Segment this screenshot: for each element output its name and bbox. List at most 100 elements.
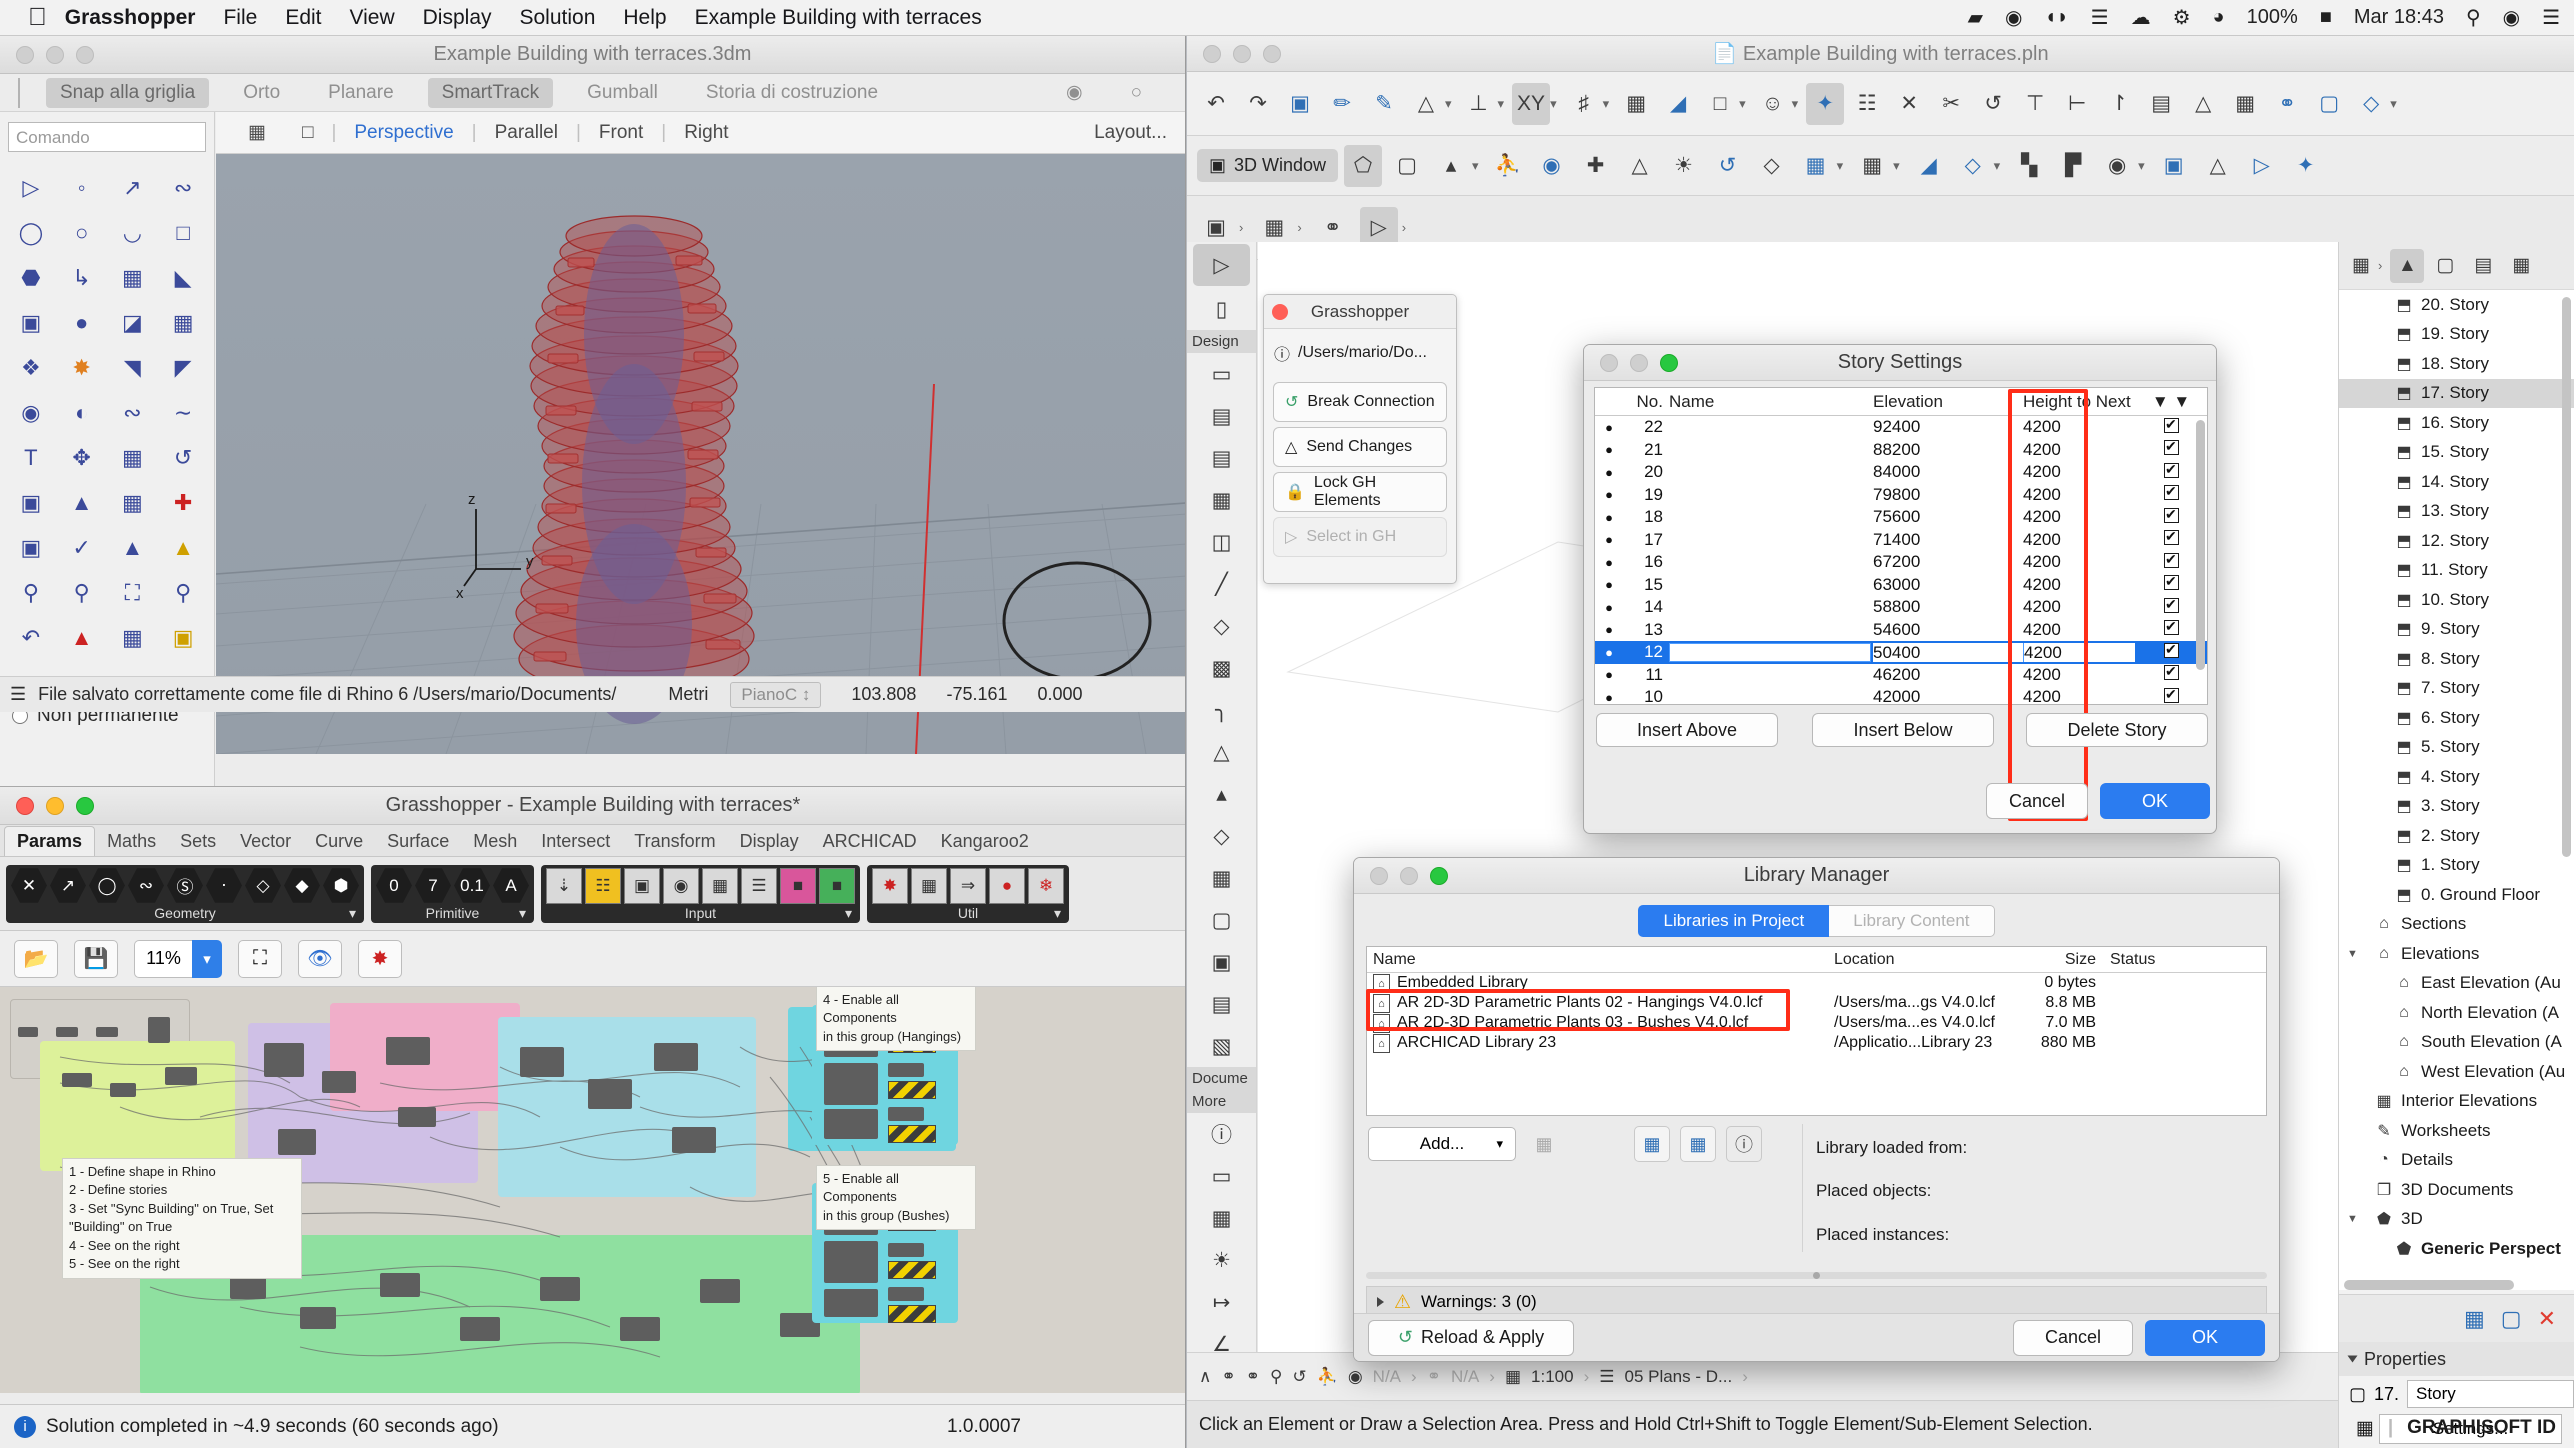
library-row[interactable]: ⌂ARCHICAD Library 23/Applicatio...Librar… bbox=[1367, 1033, 2266, 1053]
snap-icon[interactable]: ⊥ bbox=[1460, 83, 1498, 125]
chevron-down-icon[interactable]: ▾ bbox=[1498, 96, 1505, 112]
navigator-item[interactable]: ⌂East Elevation (Au bbox=[2339, 969, 2574, 999]
navigator-item[interactable]: ⬒15. Story bbox=[2339, 438, 2574, 468]
story-row[interactable]: ●16672004200 bbox=[1595, 551, 2207, 574]
break-connection-button[interactable]: ↺ Break Connection bbox=[1273, 382, 1447, 422]
param-box-icon[interactable]: ◆ bbox=[284, 868, 320, 904]
fit-in-window-icon[interactable]: ⚲ bbox=[1270, 1367, 1282, 1387]
gumball-toggle[interactable]: Gumball bbox=[573, 78, 672, 108]
vehicle-icon[interactable]: ▲ bbox=[59, 618, 105, 658]
polygon-tool-icon[interactable]: ⬣ bbox=[8, 258, 54, 298]
tab-mesh[interactable]: Mesh bbox=[461, 827, 529, 856]
story-elevation[interactable]: 67200 bbox=[1873, 552, 2023, 572]
viewport-tab-front[interactable]: Front bbox=[581, 122, 661, 144]
navigator-item[interactable]: ⬒8. Story bbox=[2339, 644, 2574, 674]
offset-curve-icon[interactable]: ∼ bbox=[160, 393, 206, 433]
header-no[interactable]: No. bbox=[1623, 392, 1669, 412]
rotate-tool-icon[interactable]: ↺ bbox=[160, 438, 206, 478]
scale-icon[interactable]: ▦ bbox=[1505, 1367, 1521, 1387]
3d-cutting-icon[interactable]: ◉ bbox=[1348, 1367, 1363, 1387]
grid-display-icon[interactable]: ▦ bbox=[1617, 83, 1655, 125]
navigator-item[interactable]: ⬒9. Story bbox=[2339, 615, 2574, 645]
copy-tool-icon[interactable]: ▣ bbox=[8, 528, 54, 568]
grid-array-icon[interactable]: ▦ bbox=[110, 483, 156, 523]
navigator-item[interactable]: ⬒4. Story bbox=[2339, 762, 2574, 792]
story-height-to-next[interactable]: 4200 bbox=[2023, 552, 2135, 572]
canvas-node[interactable] bbox=[398, 1107, 436, 1127]
elevate-icon[interactable]: △ bbox=[2184, 83, 2222, 125]
send-changes-button[interactable]: △ Send Changes bbox=[1273, 427, 1447, 467]
story-height-to-next[interactable]: 4200 bbox=[2023, 485, 2135, 505]
toolbox-grid-icon[interactable]: ▦ bbox=[1187, 1197, 1256, 1239]
chevron-right-icon[interactable]: › bbox=[2378, 258, 2382, 273]
header-name[interactable]: Name bbox=[1669, 392, 1873, 412]
twisty-icon[interactable]: ▼ bbox=[2347, 948, 2361, 960]
cylinder-tool-icon[interactable]: ◪ bbox=[110, 303, 156, 343]
boolean-diff-icon[interactable]: ◐ bbox=[59, 393, 105, 433]
chevron-down-icon[interactable]: ▾ bbox=[1837, 158, 1844, 174]
perspective-icon[interactable]: ▴ bbox=[1432, 145, 1470, 187]
ellipse-tool-icon[interactable]: ○ bbox=[59, 213, 105, 253]
navigator-item[interactable]: ▼⬟3D bbox=[2339, 1205, 2574, 1235]
save-file-button[interactable]: 💾 bbox=[74, 940, 118, 978]
link-icon[interactable]: ⚭ bbox=[2268, 83, 2306, 125]
navigator-view-map-icon[interactable]: ▢ bbox=[2428, 249, 2462, 283]
canvas-node[interactable] bbox=[148, 1017, 170, 1043]
navigator-item[interactable]: ⬒10. Story bbox=[2339, 585, 2574, 615]
pen-set-na-2[interactable]: N/A bbox=[1451, 1367, 1479, 1387]
layer-combo-icon[interactable]: ☰ bbox=[1599, 1367, 1614, 1387]
trim-tool-icon[interactable]: ◥ bbox=[110, 348, 156, 388]
rebuild-icon[interactable]: ↺ bbox=[1709, 145, 1747, 187]
redo-icon[interactable]: ↷ bbox=[1239, 83, 1277, 125]
tab-intersect[interactable]: Intersect bbox=[529, 827, 622, 856]
story-elevation[interactable]: 71400 bbox=[1873, 530, 2023, 550]
filter-icon[interactable]: ○ bbox=[1117, 78, 1156, 108]
tab-kangaroo2[interactable]: Kangaroo2 bbox=[929, 827, 1041, 856]
grasshopper-connection-palette[interactable]: Grasshopper ⓘ /Users/mario/Do... ↺ Break… bbox=[1263, 294, 1457, 584]
marquee-icon[interactable]: ▣ bbox=[1281, 83, 1319, 125]
canvas-node[interactable] bbox=[62, 1073, 92, 1087]
pan-up-icon[interactable]: ∧ bbox=[1199, 1367, 1211, 1387]
canvas-node[interactable] bbox=[278, 1129, 316, 1155]
header-height-to-next[interactable]: Height to Next bbox=[2023, 392, 2135, 412]
smarttrack-toggle[interactable]: SmartTrack bbox=[428, 78, 553, 108]
navigator-item[interactable]: ⬒13. Story bbox=[2339, 497, 2574, 527]
boolean-tool-icon[interactable]: ❖ bbox=[8, 348, 54, 388]
chevron-down-icon[interactable]: ▾ bbox=[1739, 96, 1746, 112]
blend-curve-icon[interactable]: ∾ bbox=[110, 393, 156, 433]
toolbox-skylight-icon[interactable]: ▦ bbox=[1187, 479, 1256, 521]
properties-story-name-input[interactable]: Story bbox=[2407, 1380, 2574, 1408]
canvas-node[interactable] bbox=[588, 1079, 632, 1109]
tab-params[interactable]: Params bbox=[4, 826, 95, 856]
story-row[interactable]: ●14588004200 bbox=[1595, 596, 2207, 619]
zoom-out-icon[interactable]: ⚭ bbox=[1221, 1367, 1235, 1387]
story-height-to-next[interactable]: 4200 bbox=[2023, 665, 2135, 685]
story-height-to-next[interactable]: 4200 bbox=[2023, 417, 2135, 437]
four-view-layout-icon[interactable]: ▦ bbox=[230, 121, 284, 144]
chevron-right-icon[interactable]: › bbox=[1742, 1367, 1748, 1387]
header-elevation[interactable]: Elevation bbox=[1873, 392, 2023, 412]
orto-toggle[interactable]: Orto bbox=[229, 78, 294, 108]
canvas-node[interactable] bbox=[888, 1107, 924, 1121]
navigator-item[interactable]: ⌂South Elevation (A bbox=[2339, 1028, 2574, 1058]
navigator-item[interactable]: ⌂North Elevation (A bbox=[2339, 998, 2574, 1028]
canvas-node[interactable] bbox=[654, 1043, 698, 1071]
story-elevation[interactable]: 46200 bbox=[1873, 665, 2023, 685]
menu-help[interactable]: Help bbox=[623, 6, 666, 30]
menu-display[interactable]: Display bbox=[423, 6, 492, 30]
toolbox-mesh2-icon[interactable]: ▧ bbox=[1187, 1025, 1256, 1067]
navigator-project-tree-icon[interactable]: ▲ bbox=[2390, 249, 2424, 283]
navigator-item[interactable]: ⬒5. Story bbox=[2339, 733, 2574, 763]
menu-edit[interactable]: Edit bbox=[285, 6, 321, 30]
primitive-text-icon[interactable]: A bbox=[493, 868, 529, 904]
story-elevation[interactable]: 75600 bbox=[1873, 507, 2023, 527]
input-color-icon[interactable]: ■ bbox=[780, 868, 816, 904]
toolbox-label-icon[interactable]: ⓘ bbox=[1187, 1113, 1256, 1155]
navigator-item[interactable]: ⬒12. Story bbox=[2339, 526, 2574, 556]
navigator-item[interactable]: ⬒11. Story bbox=[2339, 556, 2574, 586]
story-row[interactable]: ●11462004200 bbox=[1595, 664, 2207, 687]
param-x-icon[interactable]: ✕ bbox=[11, 868, 47, 904]
canvas-node[interactable] bbox=[888, 1243, 924, 1257]
tab-vector[interactable]: Vector bbox=[228, 827, 303, 856]
preview-toggle-button[interactable]: 👁 bbox=[298, 940, 342, 978]
